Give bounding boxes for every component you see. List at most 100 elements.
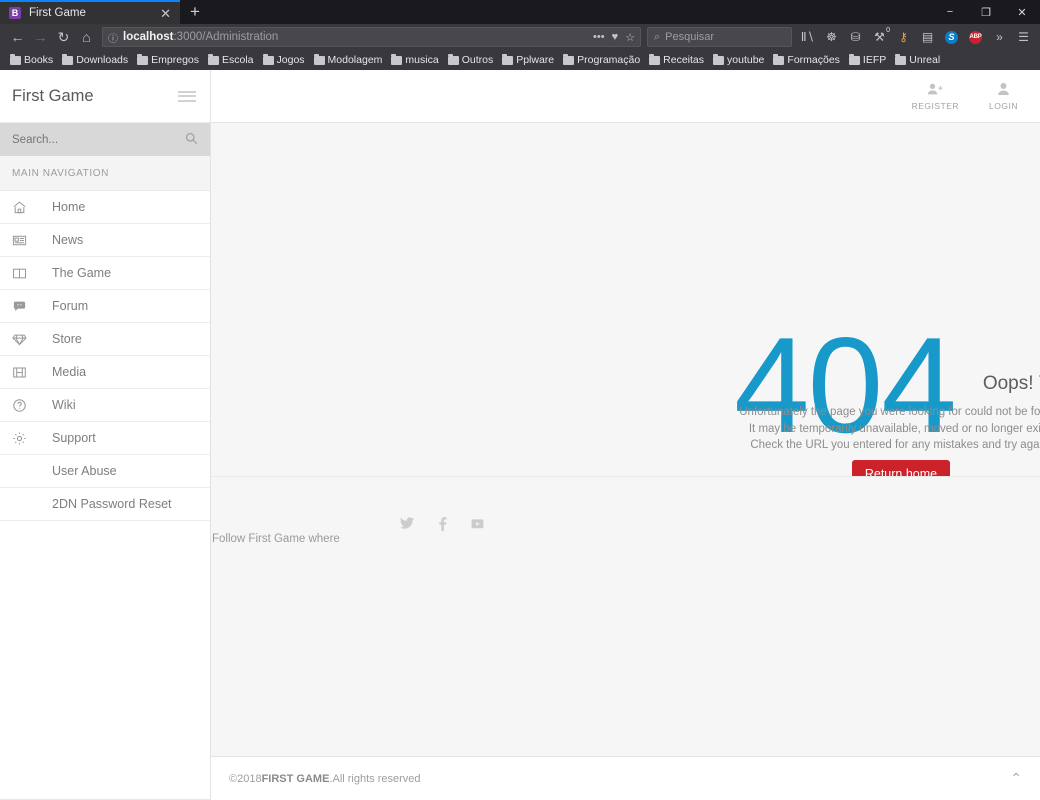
sidebar-filler <box>0 521 210 800</box>
address-bar[interactable]: ⓘ localhost:3000/Administration ••• ♥ ☆ <box>102 27 641 47</box>
folder-icon <box>713 53 725 65</box>
question-circle-icon <box>12 398 42 413</box>
bookmark-item[interactable]: Jogos <box>259 53 309 66</box>
login-label: LOGIN <box>989 100 1018 111</box>
tab-close-icon[interactable]: ✕ <box>157 7 174 20</box>
url-host: localhost <box>123 31 174 43</box>
close-window-button[interactable]: ✕ <box>1004 0 1040 24</box>
search-icon[interactable] <box>185 132 198 148</box>
folder-icon <box>563 53 575 65</box>
bookmark-item[interactable]: Escola <box>204 53 258 66</box>
follow-row: Follow First Game where <box>211 517 484 545</box>
sidebar-item-wiki[interactable]: Wiki <box>0 389 210 422</box>
bookmark-item[interactable]: Pplware <box>498 53 558 66</box>
sidebar-item-support[interactable]: Support <box>0 422 210 455</box>
reload-icon[interactable]: ↻ <box>52 26 75 48</box>
sidebar-item-label: Store <box>52 332 82 346</box>
scroll-to-top-icon[interactable]: ⌃ <box>1010 770 1022 787</box>
bookmark-item[interactable]: Modolagem <box>310 53 387 66</box>
sidebar-item-news[interactable]: News <box>0 224 210 257</box>
sidebar-search[interactable] <box>0 123 210 156</box>
social-icon-list <box>399 517 484 534</box>
address-bar-actions: ••• ♥ ☆ <box>587 31 635 44</box>
folder-icon <box>208 53 219 65</box>
sidebar: First Game MAIN NAVIGATION Home <box>0 70 211 800</box>
twitter-icon[interactable] <box>399 517 414 534</box>
bookmark-item[interactable]: Books <box>6 53 57 66</box>
folder-icon <box>649 53 661 65</box>
user-icon <box>997 82 1010 98</box>
sidebar-item-label: 2DN Password Reset <box>52 497 172 511</box>
sidebar-item-label: Support <box>52 431 96 445</box>
skype-icon[interactable]: S <box>941 26 962 48</box>
sidebar-item-home[interactable]: Home <box>0 191 210 224</box>
site-info-icon[interactable]: ⓘ <box>108 30 118 45</box>
addon-glyph: ⚒ <box>874 30 885 44</box>
minimize-button[interactable]: − <box>932 0 968 24</box>
bookmark-item[interactable]: Receitas <box>645 53 708 66</box>
youtube-icon[interactable] <box>471 517 484 534</box>
library-icon[interactable]: Ⅱ∖ <box>797 26 818 48</box>
bookmark-item[interactable]: IEFP <box>845 53 890 66</box>
site-header: REGISTER LOGIN <box>211 70 1040 123</box>
register-button[interactable]: REGISTER <box>912 82 959 111</box>
follow-text: Follow First Game where <box>212 533 340 545</box>
sidebar-item-2dn-password-reset[interactable]: 2DN Password Reset <box>0 488 210 521</box>
home-icon[interactable]: ⌂ <box>75 26 98 48</box>
sidebar-nav-list: Home News The Game Forum Store Media Wik… <box>0 191 210 521</box>
browser-toolbar-icons: Ⅱ∖ ☸ ⛁ ⚒ 0 ⚷ ▤ S ABP » ☰ <box>797 26 1034 48</box>
bookmark-item[interactable]: Outros <box>444 53 498 66</box>
save-to-pocket-icon[interactable]: ⛁ <box>845 26 866 48</box>
menu-icon[interactable]: ☰ <box>1013 26 1034 48</box>
browser-titlebar: B First Game ✕ + − ❐ ✕ <box>0 0 1040 24</box>
sidebar-item-label: The Game <box>52 266 112 280</box>
password-key-icon[interactable]: ⚷ <box>893 26 914 48</box>
bookmark-item[interactable]: Empregos <box>133 53 203 66</box>
site-footer: ©2018FIRST GAME.All rights reserved ⌃ <box>211 756 1040 800</box>
bookmark-star-icon[interactable]: ☆ <box>625 31 635 44</box>
forward-icon[interactable]: → <box>29 26 52 48</box>
sidebar-toggle-icon[interactable] <box>178 90 196 102</box>
folder-icon <box>895 53 907 65</box>
restore-button[interactable]: ❐ <box>968 0 1004 24</box>
sidebar-item-media[interactable]: Media <box>0 356 210 389</box>
error-heading: Oops! You are stuck at 404 <box>982 373 1040 394</box>
page-actions-icon[interactable]: ••• <box>593 31 605 43</box>
bookmark-item[interactable]: Unreal <box>891 53 944 66</box>
error-line-1: Unfortunately the page you were looking … <box>739 406 1040 418</box>
pocket-icon[interactable]: ☸ <box>821 26 842 48</box>
pocket-save-icon[interactable]: ♥ <box>612 31 619 43</box>
addon-badge: 0 <box>886 27 890 34</box>
sidebar-item-the-game[interactable]: The Game <box>0 257 210 290</box>
bookmark-item[interactable]: Formações <box>769 53 844 66</box>
error-line-3: Check the URL you entered for any mistak… <box>750 439 1040 451</box>
bookmark-item[interactable]: Programação <box>559 53 644 66</box>
overflow-icon[interactable]: » <box>989 26 1010 48</box>
address-bar-text: localhost:3000/Administration <box>123 31 587 43</box>
bookmark-item[interactable]: youtube <box>709 53 768 66</box>
window-controls: − ❐ ✕ <box>932 0 1040 24</box>
sidebar-item-store[interactable]: Store <box>0 323 210 356</box>
search-icon: ⌕ <box>654 30 661 43</box>
social-section: Follow First Game where <box>211 476 1040 726</box>
browser-search-box[interactable]: ⌕ Pesquisar <box>647 27 792 47</box>
adblock-glyph: ABP <box>969 30 982 44</box>
login-button[interactable]: LOGIN <box>989 82 1018 111</box>
reader-view-icon[interactable]: ▤ <box>917 26 938 48</box>
adblock-icon[interactable]: ABP <box>965 26 986 48</box>
copyright-suffix: .All rights reserved <box>329 772 421 785</box>
new-tab-button[interactable]: + <box>180 0 210 24</box>
sidebar-item-forum[interactable]: Forum <box>0 290 210 323</box>
folder-icon <box>773 53 785 65</box>
folder-icon <box>502 53 514 65</box>
facebook-icon[interactable] <box>438 517 447 534</box>
bookmark-item[interactable]: musica <box>387 53 442 66</box>
film-icon <box>12 365 42 380</box>
sidebar-item-user-abuse[interactable]: User Abuse <box>0 455 210 488</box>
sidebar-item-label: Home <box>52 200 86 214</box>
addon-icon[interactable]: ⚒ 0 <box>869 26 890 48</box>
back-icon[interactable]: ← <box>6 26 29 48</box>
bookmark-item[interactable]: Downloads <box>58 53 132 66</box>
browser-tab[interactable]: B First Game ✕ <box>0 0 180 24</box>
search-input[interactable] <box>12 133 152 146</box>
